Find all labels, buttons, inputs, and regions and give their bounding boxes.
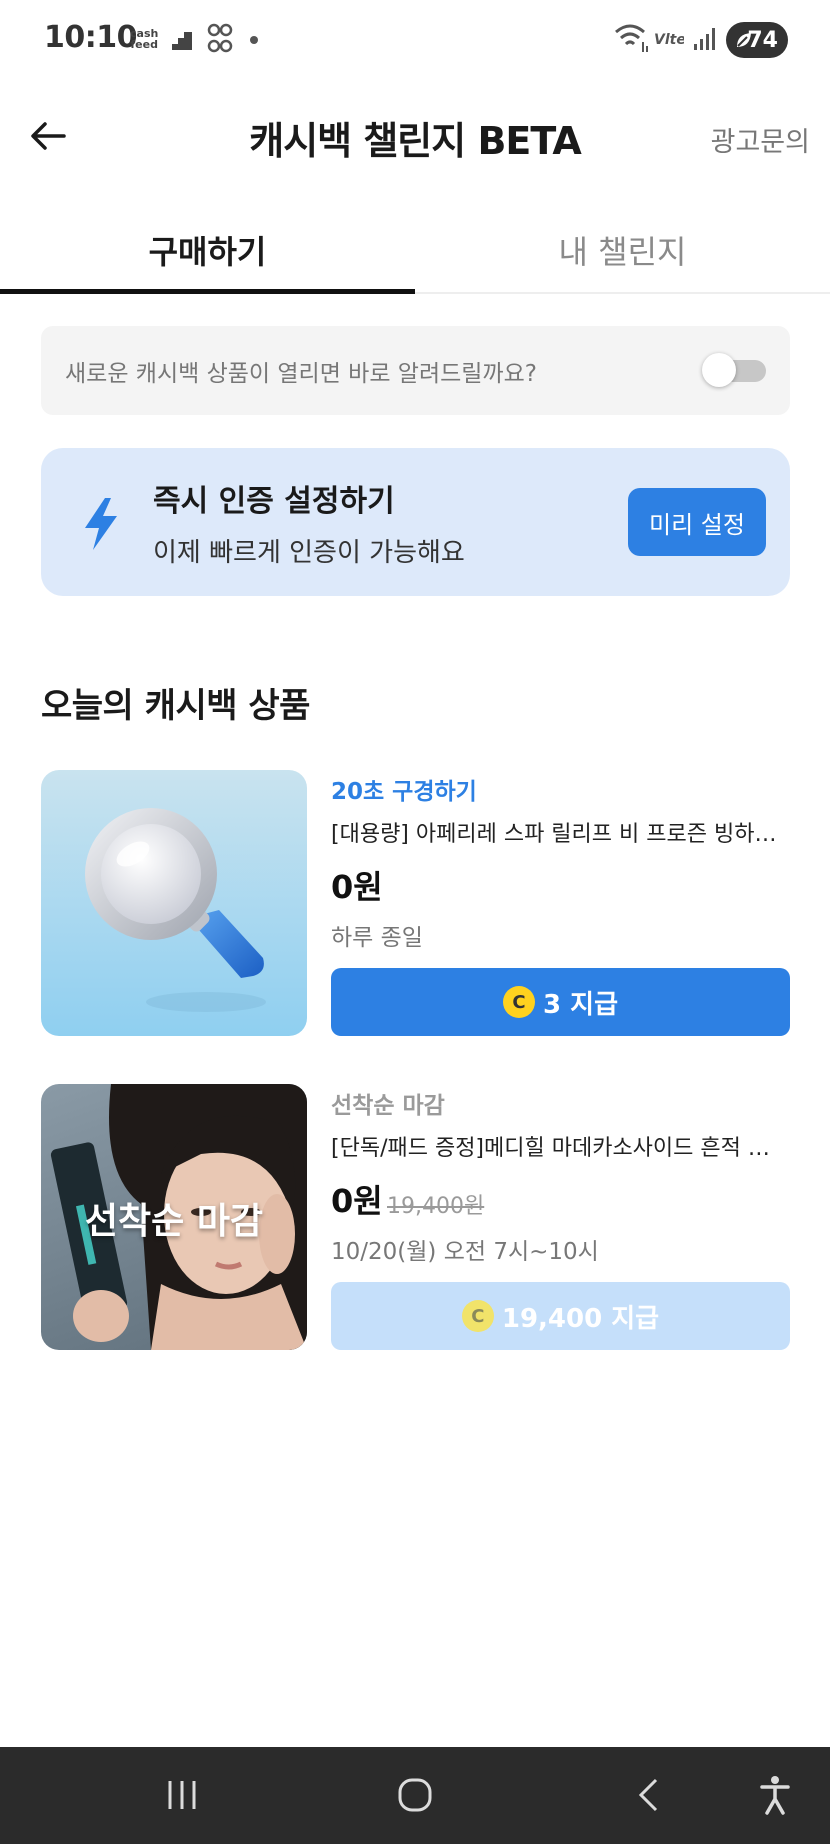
notify-row: 새로운 캐시백 상품이 열리면 바로 알려드릴까요? — [41, 326, 790, 415]
wifi-icon — [615, 24, 648, 52]
cashback-button[interactable]: C 3 지급 — [331, 968, 790, 1036]
tab-my-challenge[interactable]: 내 챌린지 — [415, 205, 830, 294]
system-navigation-bar — [0, 1747, 830, 1844]
magnifier-icon — [85, 808, 266, 1012]
preset-button[interactable]: 미리 설정 — [628, 488, 766, 556]
notify-toggle[interactable] — [702, 353, 766, 387]
product-tagline: 선착순 마감 — [331, 1093, 445, 1119]
app-notification-icon — [207, 23, 233, 53]
instant-auth-banner: 즉시 인증 설정하기 이제 빠르게 인증이 가능해요 미리 설정 — [41, 448, 790, 596]
lightning-bolt-icon — [85, 498, 117, 550]
accessibility-button[interactable] — [745, 1769, 805, 1821]
back-nav-button[interactable] — [618, 1769, 678, 1821]
section-title: 오늘의 캐시백 상품 — [41, 686, 310, 726]
more-notifications-dot — [250, 36, 258, 44]
battery-indicator: 74 — [726, 22, 788, 58]
active-tab-indicator — [0, 289, 415, 294]
product-thumbnail[interactable] — [41, 770, 307, 1036]
product-name: [단독/패드 증정]메디힐 마데카소사이드 흔적 … — [331, 1136, 770, 1161]
product-card[interactable]: 20초 구경하기 [대용량] 아페리레 스파 릴리프 비 프로즌 빙하… 0원 … — [41, 770, 790, 1036]
coin-icon: C — [503, 986, 535, 1018]
cashback-label: 3 지급 — [543, 989, 618, 1020]
product-info: 20초 구경하기 [대용량] 아페리레 스파 릴리프 비 프로즌 빙하… 0원 … — [331, 770, 790, 1036]
signal-icon — [694, 28, 715, 50]
product-period: 하루 종일 — [331, 925, 423, 951]
product-price: 0원 — [331, 868, 383, 906]
product-thumbnail[interactable]: 선착순 마감 — [41, 1084, 307, 1350]
page-title: 캐시백 챌린지 BETA — [249, 119, 582, 163]
recent-apps-icon — [168, 1781, 196, 1809]
recent-apps-button[interactable] — [152, 1769, 212, 1821]
tab-bar: 구매하기 내 챌린지 — [0, 205, 830, 294]
product-period: 10/20(월) 오전 7시~10시 — [331, 1239, 599, 1265]
volte-icon: Vlte — [654, 32, 684, 48]
product-card[interactable]: 선착순 마감 선착순 마감 [단독/패드 증정]메디힐 마데카소사이드 흔적 …… — [41, 1084, 790, 1350]
auth-title: 즉시 인증 설정하기 — [153, 484, 395, 519]
chevron-left-icon — [638, 1778, 658, 1812]
auth-subtitle: 이제 빠르게 인증이 가능해요 — [153, 538, 465, 568]
product-tagline: 20초 구경하기 — [331, 779, 477, 805]
stairs-app-icon — [172, 32, 192, 50]
sold-out-overlay: 선착순 마감 — [84, 1201, 264, 1242]
status-time: 10:10 — [44, 20, 138, 55]
coin-icon: C — [461, 1300, 494, 1332]
toggle-knob — [702, 353, 736, 387]
notify-text: 새로운 캐시백 상품이 열리면 바로 알려드릴까요? — [65, 361, 537, 387]
product-info: 선착순 마감 [단독/패드 증정]메디힐 마데카소사이드 흔적 … 0원 19,… — [331, 1084, 790, 1350]
app-header: 캐시백 챌린지 BETA 광고문의 — [0, 90, 830, 180]
original-price: 19,400원 — [387, 1194, 485, 1219]
power-saving-leaf-icon — [737, 33, 751, 47]
cashfeed-notification-icon: cash feed — [130, 27, 159, 51]
home-button[interactable] — [385, 1769, 445, 1821]
status-bar: 10:10 cash feed Vlte 74 — [0, 0, 830, 80]
product-price: 0원 — [331, 1182, 383, 1220]
ad-inquiry-link[interactable]: 광고문의 — [711, 120, 810, 159]
product-name: [대용량] 아페리레 스파 릴리프 비 프로즌 빙하… — [331, 822, 777, 847]
svg-text:Vlte: Vlte — [654, 32, 684, 48]
cashback-label: 19,400 지급 — [501, 1303, 660, 1334]
home-icon — [398, 1778, 432, 1812]
tab-buy[interactable]: 구매하기 — [0, 205, 415, 294]
accessibility-icon — [760, 1776, 790, 1815]
cashback-button-disabled[interactable]: C 19,400 지급 — [331, 1282, 790, 1350]
